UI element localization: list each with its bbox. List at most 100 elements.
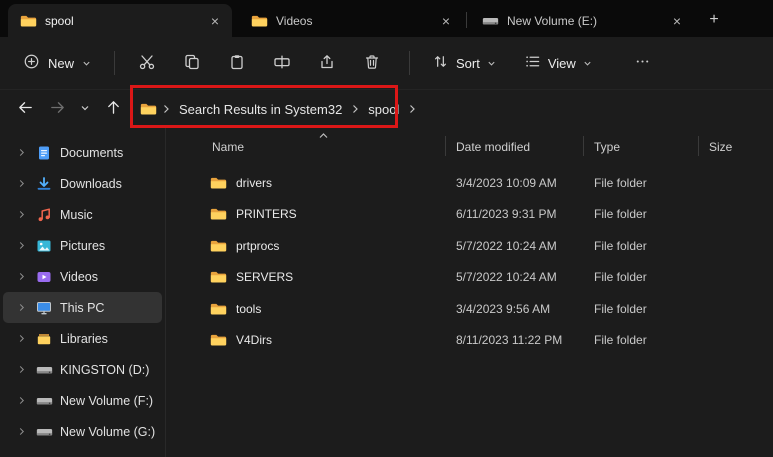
breadcrumb: Search Results in System32 spool xyxy=(140,98,419,121)
documents-icon xyxy=(35,145,53,161)
sort-button[interactable]: Sort xyxy=(422,46,506,80)
clipboard-icon xyxy=(228,53,246,74)
file-row[interactable]: V4Dirs 8/11/2023 11:22 PM File folder xyxy=(202,325,773,357)
file-row[interactable]: SERVERS 5/7/2022 10:24 AM File folder xyxy=(202,262,773,294)
recent-locations-button[interactable] xyxy=(74,94,96,124)
file-row[interactable]: PRINTERS 6/11/2023 9:31 PM File folder xyxy=(202,199,773,231)
chevron-right-icon[interactable] xyxy=(18,303,28,312)
file-date-modified: 5/7/2022 10:24 AM xyxy=(446,239,584,253)
file-date-modified: 5/7/2022 10:24 AM xyxy=(446,270,584,284)
paste-button[interactable] xyxy=(217,46,257,80)
view-button[interactable]: View xyxy=(514,46,602,80)
sidebar-item-label: KINGSTON (D:) xyxy=(60,363,149,377)
column-header-name[interactable]: Name xyxy=(202,130,446,160)
tab-label: Videos xyxy=(276,14,429,28)
tab-label: New Volume (E:) xyxy=(507,14,660,28)
folder-icon xyxy=(210,270,227,284)
chevron-right-icon[interactable] xyxy=(18,241,28,250)
file-name: prtprocs xyxy=(236,239,279,253)
file-name: SERVERS xyxy=(236,270,293,284)
sidebar-item-label: Downloads xyxy=(60,177,122,191)
list-view-icon xyxy=(524,53,541,73)
delete-button[interactable] xyxy=(352,46,392,80)
chevron-right-icon[interactable] xyxy=(18,334,28,343)
sidebar-item[interactable]: Pictures xyxy=(3,230,162,261)
file-row[interactable]: tools 3/4/2023 9:56 AM File folder xyxy=(202,293,773,325)
tab-label: spool xyxy=(45,14,198,28)
rename-button[interactable] xyxy=(262,46,302,80)
sidebar-item[interactable]: This PC xyxy=(3,292,162,323)
sidebar-item[interactable]: Libraries xyxy=(3,323,162,354)
sort-arrows-icon xyxy=(432,53,449,73)
tab-close-button[interactable]: × xyxy=(437,12,455,30)
file-row[interactable]: prtprocs 5/7/2022 10:24 AM File folder xyxy=(202,230,773,262)
new-tab-button[interactable]: + xyxy=(701,7,727,33)
navigation-pane: Documents Downloads Music xyxy=(0,128,166,457)
chevron-right-icon[interactable] xyxy=(18,427,28,436)
breadcrumb-item[interactable]: spool xyxy=(362,98,405,121)
chevron-down-icon xyxy=(80,102,90,116)
sidebar-item[interactable]: Documents xyxy=(3,137,162,168)
folder-icon xyxy=(210,207,227,221)
drive-icon xyxy=(35,425,53,439)
tab-close-button[interactable]: × xyxy=(206,12,224,30)
forward-button[interactable] xyxy=(42,94,72,124)
column-header-type[interactable]: Type xyxy=(584,130,699,160)
chevron-right-icon[interactable] xyxy=(18,396,28,405)
chevron-right-icon[interactable] xyxy=(18,148,28,157)
tab-close-button[interactable]: × xyxy=(668,12,686,30)
file-explorer-window: spool × Videos × New Volume (E:) × + New xyxy=(0,0,773,457)
file-type: File folder xyxy=(584,239,699,253)
file-name-cell: drivers xyxy=(202,176,446,190)
column-header-date-modified[interactable]: Date modified xyxy=(446,130,584,160)
file-type: File folder xyxy=(584,333,699,347)
sidebar-item-label: Pictures xyxy=(60,239,105,253)
navigation-bar: Search Results in System32 spool xyxy=(0,90,773,128)
sidebar-item[interactable]: Videos xyxy=(3,261,162,292)
drive-icon xyxy=(35,394,53,408)
explorer-tab[interactable]: New Volume (E:) × xyxy=(470,4,694,37)
this-pc-icon xyxy=(35,300,53,316)
chevron-right-icon[interactable] xyxy=(18,272,28,281)
chevron-right-icon[interactable] xyxy=(18,365,28,374)
file-name: V4Dirs xyxy=(236,333,272,347)
sidebar-item[interactable]: KINGSTON (D:) xyxy=(3,354,162,385)
pictures-icon xyxy=(35,238,53,254)
column-headers: Name Date modified Type Size xyxy=(202,130,773,160)
file-name: drivers xyxy=(236,176,272,190)
back-button[interactable] xyxy=(10,94,40,124)
plus-circle-icon xyxy=(23,53,40,73)
file-name-cell: prtprocs xyxy=(202,239,446,253)
chevron-right-icon[interactable] xyxy=(18,210,28,219)
downloads-icon xyxy=(35,176,53,192)
new-button[interactable]: New xyxy=(12,46,102,80)
column-header-size[interactable]: Size xyxy=(699,130,773,160)
chevron-right-icon[interactable] xyxy=(18,179,28,188)
file-type: File folder xyxy=(584,270,699,284)
share-button[interactable] xyxy=(307,46,347,80)
more-options-button[interactable] xyxy=(624,46,662,80)
sidebar-item[interactable]: Music xyxy=(3,199,162,230)
file-date-modified: 8/11/2023 11:22 PM xyxy=(446,333,584,347)
file-date-modified: 3/4/2023 9:56 AM xyxy=(446,302,584,316)
up-button[interactable] xyxy=(98,94,128,124)
explorer-tab[interactable]: Videos × xyxy=(239,4,463,37)
file-row[interactable]: drivers 3/4/2023 10:09 AM File folder xyxy=(202,167,773,199)
rename-icon xyxy=(273,53,291,74)
folder-icon xyxy=(20,14,37,28)
breadcrumb-item[interactable]: Search Results in System32 xyxy=(173,98,348,121)
file-name-cell: PRINTERS xyxy=(202,207,446,221)
sidebar-item[interactable]: New Volume (G:) xyxy=(3,416,162,447)
file-date-modified: 6/11/2023 9:31 PM xyxy=(446,207,584,221)
cut-button[interactable] xyxy=(127,46,167,80)
sidebar-item-label: New Volume (F:) xyxy=(60,394,153,408)
sidebar-item[interactable]: New Volume (F:) xyxy=(3,385,162,416)
file-name: tools xyxy=(236,302,261,316)
explorer-tab[interactable]: spool × xyxy=(8,4,232,37)
chevron-down-icon xyxy=(82,56,91,71)
file-name-cell: SERVERS xyxy=(202,270,446,284)
arrow-up-icon xyxy=(105,99,122,119)
copy-button[interactable] xyxy=(172,46,212,80)
file-list-pane: Name Date modified Type Size drivers 3/4… xyxy=(166,128,773,457)
sidebar-item[interactable]: Downloads xyxy=(3,168,162,199)
